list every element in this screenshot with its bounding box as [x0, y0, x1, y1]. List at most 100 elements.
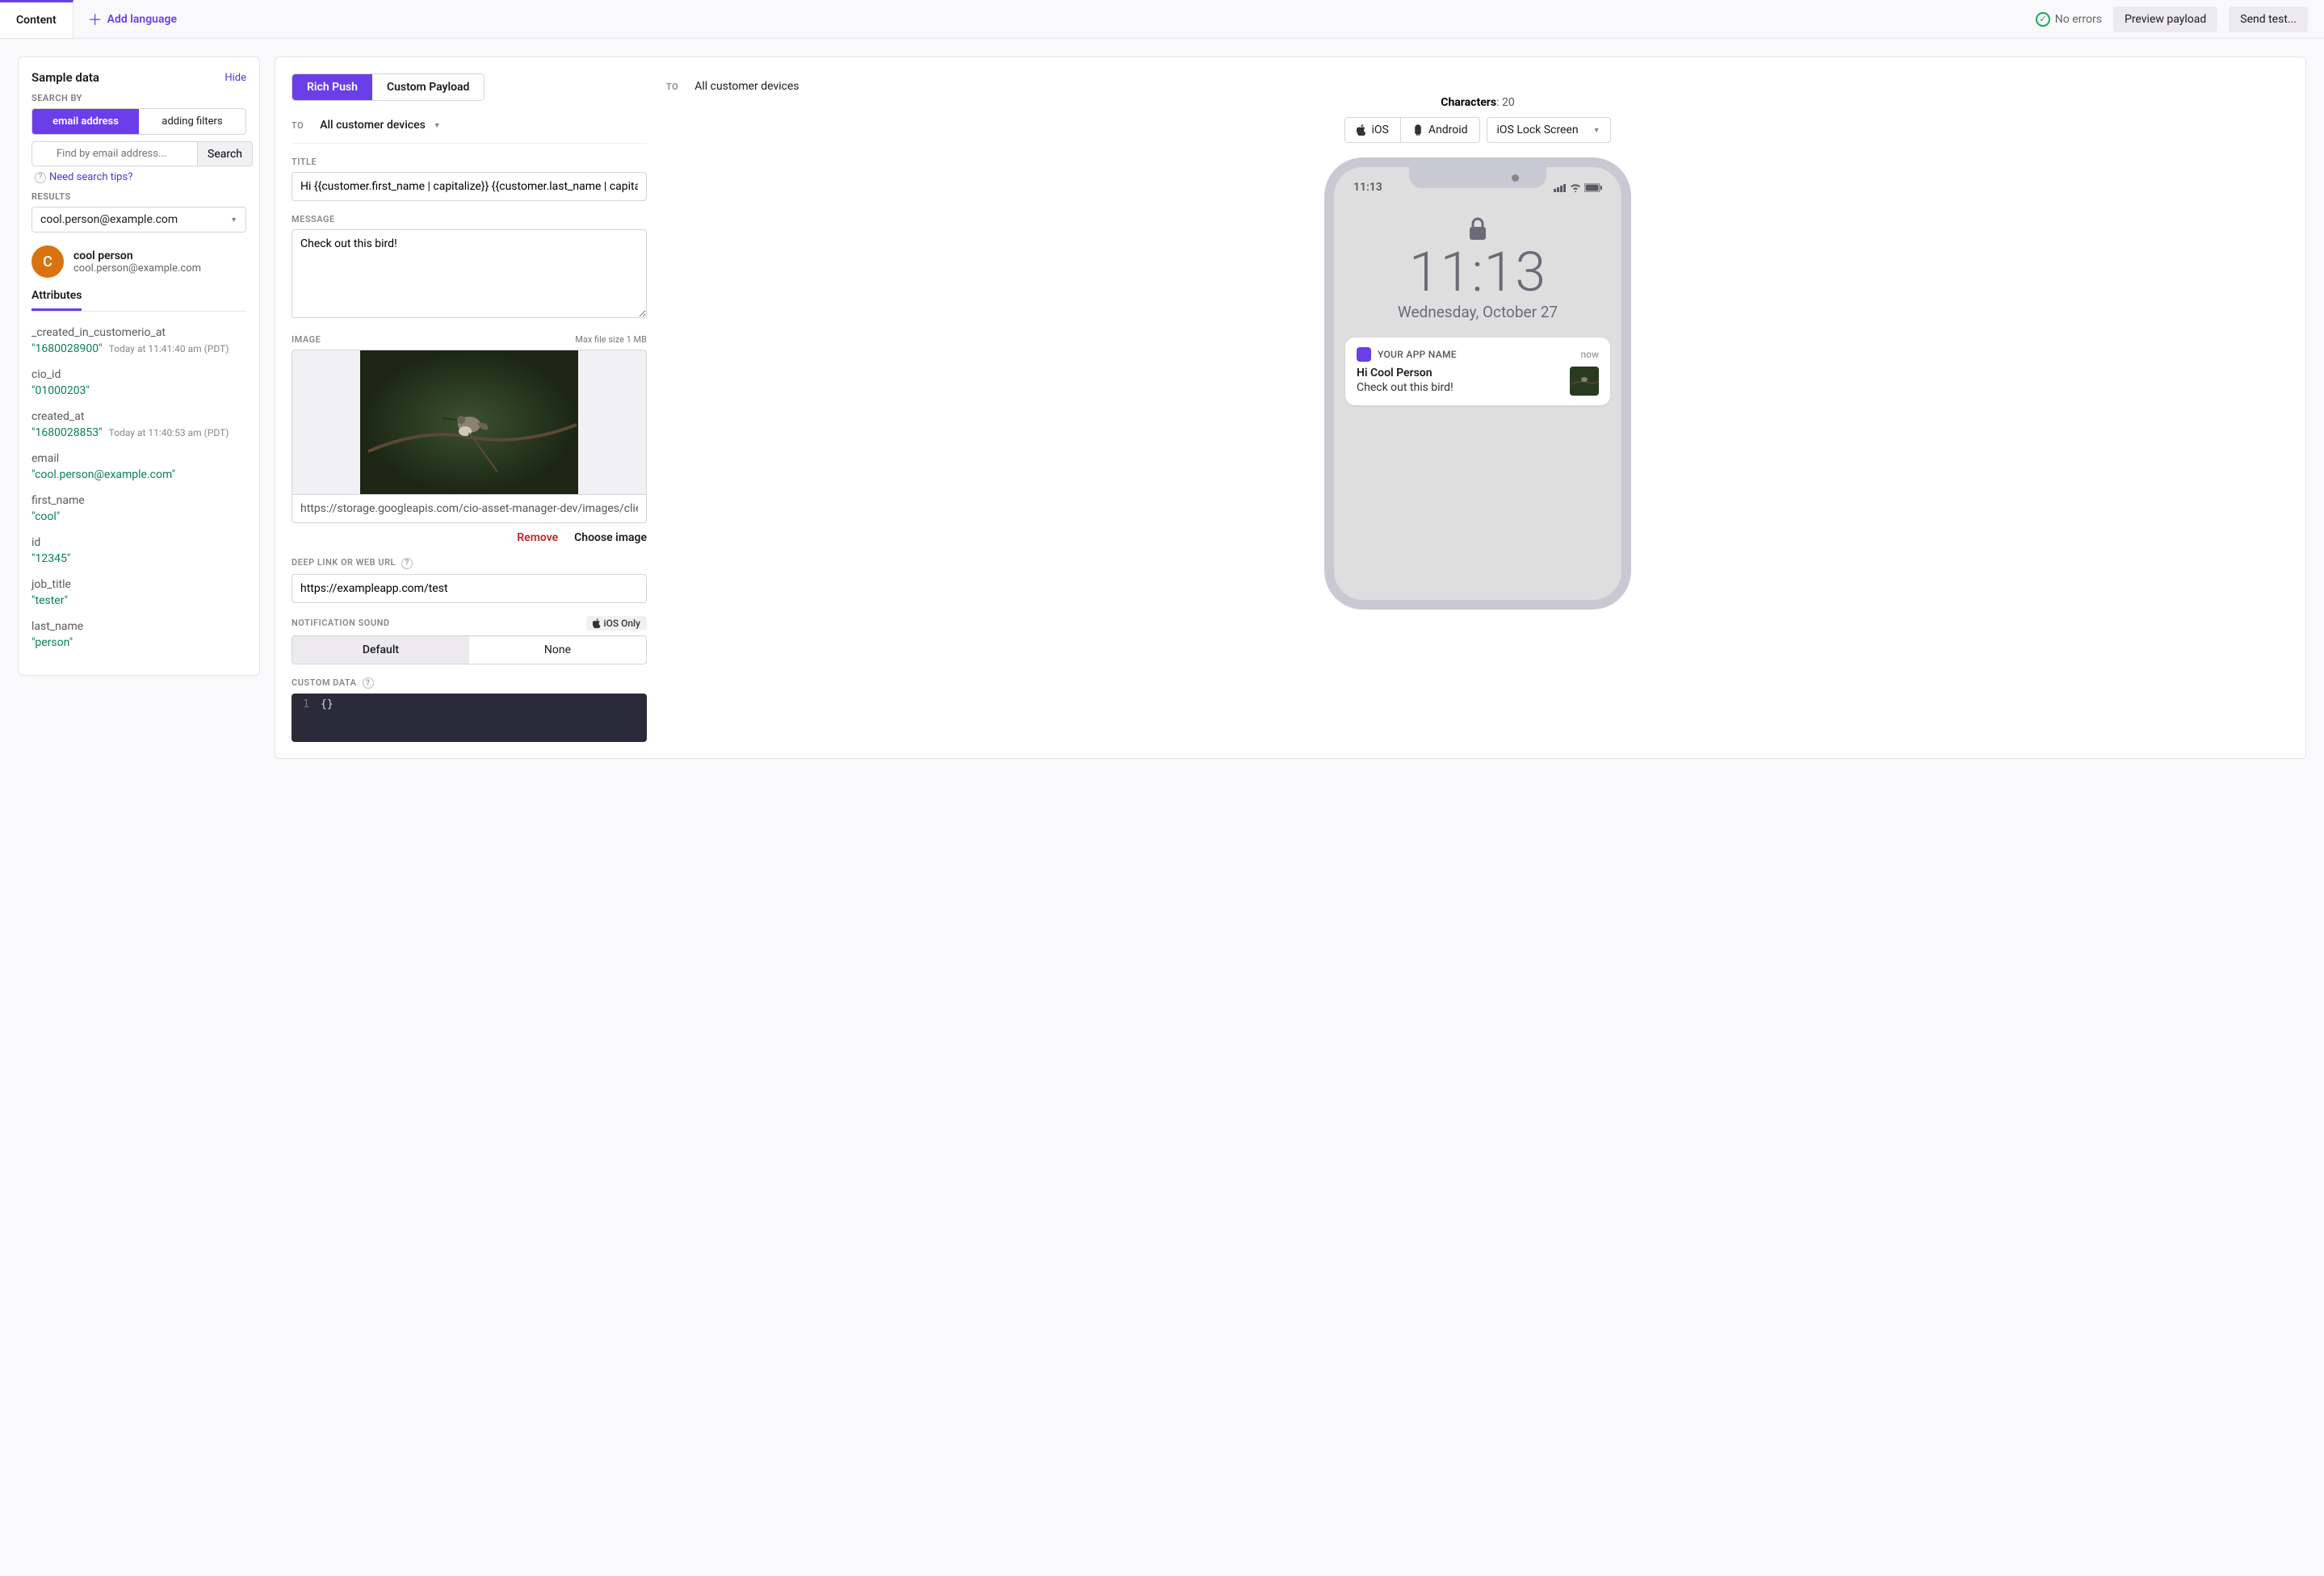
notif-thumbnail: [1570, 367, 1599, 396]
attribute-row: last_name"person": [31, 620, 246, 649]
hummingbird-image: [360, 350, 578, 494]
hide-link[interactable]: Hide: [224, 72, 246, 84]
check-circle-icon: ✓: [2036, 12, 2050, 27]
attribute-key: cio_id: [31, 368, 246, 381]
choose-image-button[interactable]: Choose image: [574, 531, 647, 544]
attribute-value: "01000203": [31, 384, 90, 397]
custom-data-editor[interactable]: 1 {}: [292, 694, 647, 742]
sound-default[interactable]: Default: [292, 636, 469, 664]
caret-down-icon: ▼: [1593, 126, 1600, 135]
to-value: All customer devices: [320, 119, 426, 132]
person-card: C cool person cool.person@example.com: [31, 245, 246, 278]
view-mode-value: iOS Lock Screen: [1497, 124, 1579, 136]
attribute-note: Today at 11:40:53 am (PDT): [109, 427, 229, 438]
deeplink-label-row: DEEP LINK OR WEB URL ?: [292, 557, 647, 569]
avatar: C: [31, 245, 64, 278]
attribute-value: "1680028900": [31, 342, 103, 355]
image-actions: Remove Choose image: [292, 531, 647, 544]
topbar-left: Content ＋ Add language: [0, 0, 191, 38]
notif-title: Hi Cool Person: [1357, 367, 1562, 379]
apple-icon: [593, 618, 601, 628]
phone-preview: 11:13 11:13 Wednesday, October 27: [1324, 157, 1631, 610]
add-language-button[interactable]: ＋ Add language: [73, 9, 191, 30]
notif-message: Check out this bird!: [1357, 381, 1562, 394]
message-label: MESSAGE: [292, 214, 647, 224]
attribute-value: "person": [31, 636, 73, 649]
search-tips-link[interactable]: ? Need search tips?: [31, 171, 246, 183]
tips-label: Need search tips?: [49, 171, 132, 183]
attribute-value: "1680028853": [31, 426, 103, 439]
image-maxsize: Max file size 1 MB: [575, 334, 647, 345]
attribute-key: id: [31, 536, 246, 549]
preview-payload-button[interactable]: Preview payload: [2113, 6, 2217, 32]
search-input[interactable]: [31, 141, 198, 166]
app-name: YOUR APP NAME: [1378, 349, 1457, 360]
tab-content[interactable]: Content: [0, 0, 73, 38]
topbar-right: ✓ No errors Preview payload Send test...: [2036, 6, 2308, 32]
caret-down-icon: ▼: [434, 121, 441, 130]
message-textarea[interactable]: [292, 229, 647, 318]
help-icon[interactable]: ?: [363, 677, 374, 689]
attribute-key: _created_in_customerio_at: [31, 326, 246, 339]
sound-none[interactable]: None: [469, 636, 646, 664]
view-mode-select[interactable]: iOS Lock Screen ▼: [1487, 117, 1611, 143]
platform-android[interactable]: Android: [1400, 118, 1479, 142]
caret-down-icon: ▼: [230, 216, 237, 224]
notif-timestamp: now: [1581, 349, 1600, 360]
editor-to-row: TO All customer devices ▼: [292, 112, 647, 144]
characters-count: Characters: 20: [666, 96, 2289, 109]
attribute-note: Today at 11:41:40 am (PDT): [109, 343, 229, 354]
editor-column: Rich Push Custom Payload TO All customer…: [292, 73, 647, 742]
to-selector[interactable]: All customer devices ▼: [320, 119, 441, 132]
platform-ios[interactable]: iOS: [1345, 118, 1399, 142]
attribute-row: cio_id "01000203": [31, 368, 246, 397]
code-content: {}: [316, 698, 333, 737]
search-by-label: SEARCH BY: [31, 93, 246, 103]
results-label: RESULTS: [31, 191, 246, 202]
attributes-tab[interactable]: Attributes: [31, 289, 246, 312]
sound-segment: Default None: [292, 635, 647, 664]
type-rich-push[interactable]: Rich Push: [292, 74, 372, 100]
topbar: Content ＋ Add language ✓ No errors Previ…: [0, 0, 2324, 39]
sample-data-sidebar: Sample data Hide SEARCH BY email address…: [18, 57, 260, 676]
no-errors-label: No errors: [2055, 13, 2102, 26]
no-errors-status: ✓ No errors: [2036, 12, 2102, 27]
search-by-filters[interactable]: adding filters: [139, 109, 245, 134]
search-button[interactable]: Search: [198, 141, 253, 166]
help-icon[interactable]: ?: [401, 558, 413, 569]
title-label: TITLE: [292, 157, 647, 167]
attribute-row: job_title"tester": [31, 578, 246, 607]
notif-app-row: YOUR APP NAME: [1357, 347, 1457, 362]
app-icon: [1357, 347, 1371, 362]
attribute-row: email"cool.person@example.com": [31, 452, 246, 481]
status-icons: [1554, 183, 1602, 192]
lock-screen-date: Wednesday, October 27: [1334, 303, 1621, 321]
battery-icon: [1584, 183, 1602, 192]
platform-segment: iOS Android: [1344, 117, 1479, 143]
attribute-row: first_name"cool": [31, 494, 246, 523]
search-by-email[interactable]: email address: [32, 109, 139, 134]
preview-to-value: All customer devices: [694, 80, 799, 93]
results-select[interactable]: cool.person@example.com ▼: [31, 207, 246, 233]
add-language-label: Add language: [107, 13, 177, 26]
apple-icon: [1357, 124, 1366, 136]
deeplink-input[interactable]: [292, 574, 647, 603]
content-panel: Rich Push Custom Payload TO All customer…: [275, 57, 2306, 759]
title-input[interactable]: [292, 172, 647, 201]
question-icon: ?: [35, 172, 46, 183]
attribute-value: "cool.person@example.com": [31, 468, 175, 481]
status-time: 11:13: [1353, 181, 1382, 194]
send-test-button[interactable]: Send test...: [2229, 6, 2308, 32]
lock-screen-time: 11:13: [1334, 245, 1621, 300]
person-name: cool person: [73, 249, 201, 262]
code-gutter: 1: [292, 698, 316, 737]
sound-label-row: NOTIFICATION SOUND iOS Only: [292, 616, 647, 631]
image-preview: [292, 350, 647, 495]
remove-image-button[interactable]: Remove: [517, 531, 558, 544]
to-label: TO: [292, 120, 304, 131]
attribute-value: "12345": [31, 552, 70, 565]
type-custom-payload[interactable]: Custom Payload: [372, 74, 485, 100]
preview-column: TO All customer devices Characters: 20 i…: [666, 73, 2289, 742]
image-url-input[interactable]: [292, 495, 647, 523]
plus-icon: ＋: [88, 9, 103, 30]
